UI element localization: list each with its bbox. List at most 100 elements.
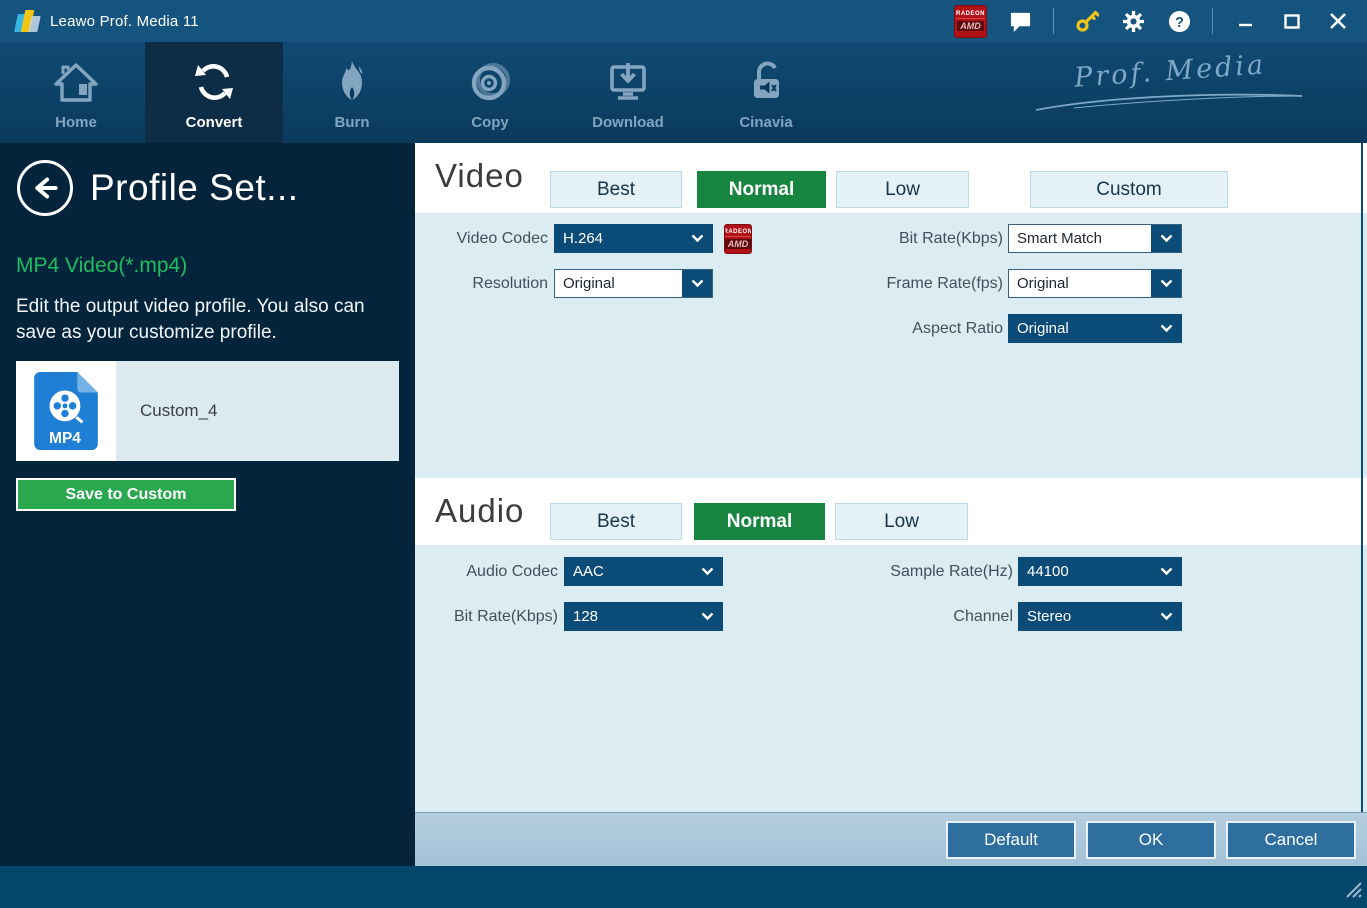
- cancel-button[interactable]: Cancel: [1226, 821, 1356, 859]
- audio-quality-best-button[interactable]: Best: [550, 503, 682, 540]
- dropdown-value: H.264: [555, 230, 682, 247]
- video-bitrate-label: Bit Rate(Kbps): [875, 230, 1003, 248]
- channel-dropdown[interactable]: Stereo: [1018, 602, 1182, 631]
- audio-bitrate-dropdown[interactable]: 128: [564, 602, 723, 631]
- profile-name: Custom_4: [140, 401, 217, 421]
- audio-bitrate-label: Bit Rate(Kbps): [433, 608, 558, 626]
- profile-item-custom4[interactable]: MP4 Custom_4: [16, 361, 399, 461]
- video-codec-label: Video Codec: [423, 230, 548, 248]
- audio-bitrate-field: Bit Rate(Kbps) 128: [433, 602, 723, 631]
- back-button[interactable]: [17, 160, 73, 216]
- leawo-logo-icon: [14, 8, 40, 34]
- audio-quality-normal-button[interactable]: Normal: [694, 503, 825, 540]
- feedback-chat-icon[interactable]: [1007, 8, 1033, 34]
- copy-disc-icon: [465, 58, 515, 106]
- ok-button[interactable]: OK: [1086, 821, 1216, 859]
- mp4-badge-text: MP4: [49, 430, 81, 447]
- save-to-custom-button[interactable]: Save to Custom: [16, 478, 236, 511]
- profile-description: Edit the output video profile. You also …: [16, 294, 388, 346]
- output-format-name: MP4 Video(*.mp4): [16, 254, 187, 278]
- resize-grip[interactable]: [1342, 878, 1362, 903]
- video-bitrate-dropdown[interactable]: Smart Match: [1008, 224, 1182, 253]
- nav-label: Download: [592, 114, 664, 131]
- video-bitrate-field: Bit Rate(Kbps) Smart Match: [875, 224, 1182, 253]
- video-codec-field: Video Codec H.264 RADEON AMD: [423, 224, 752, 253]
- amd-radeon-text: RADEON: [956, 11, 985, 19]
- aspect-ratio-field: Aspect Ratio Original: [875, 314, 1182, 343]
- app-title: Leawo Prof. Media 11: [50, 13, 199, 30]
- chevron-down-icon: [692, 603, 722, 630]
- profile-settings-sidebar: Profile Set... MP4 Video(*.mp4) Edit the…: [0, 143, 415, 866]
- nav-tab-cinavia[interactable]: Cinavia: [697, 42, 835, 143]
- convert-icon: [189, 58, 239, 106]
- framerate-dropdown[interactable]: Original: [1008, 269, 1182, 298]
- help-icon[interactable]: ?: [1166, 8, 1192, 34]
- dropdown-value: Original: [1009, 320, 1151, 337]
- home-icon: [51, 58, 101, 106]
- chevron-down-icon: [1151, 558, 1181, 585]
- video-settings-panel: Video Codec H.264 RADEON AMD Resolution …: [415, 213, 1367, 478]
- download-icon: [603, 58, 653, 106]
- audio-heading: Audio: [435, 492, 524, 530]
- audio-codec-dropdown[interactable]: AAC: [564, 557, 723, 586]
- dropdown-value: Original: [555, 275, 682, 292]
- video-quality-normal-button[interactable]: Normal: [697, 171, 826, 208]
- nav-label: Copy: [471, 114, 509, 131]
- chevron-down-icon: [682, 270, 712, 297]
- maximize-button[interactable]: [1279, 8, 1305, 34]
- amd-acceleration-badge-icon: RADEON AMD: [724, 224, 752, 254]
- audio-quality-low-button[interactable]: Low: [835, 503, 968, 540]
- dropdown-value: 128: [565, 608, 692, 625]
- framerate-field: Frame Rate(fps) Original: [875, 269, 1182, 298]
- nav-label: Burn: [335, 114, 370, 131]
- action-bar: Default OK Cancel: [415, 812, 1367, 866]
- resolution-field: Resolution Original: [423, 269, 713, 298]
- nav-tab-home[interactable]: Home: [7, 42, 145, 143]
- sample-rate-dropdown[interactable]: 44100: [1018, 557, 1182, 586]
- profile-settings-content: Video Best Normal Low Custom Video Codec…: [415, 143, 1367, 866]
- chevron-down-icon: [1151, 225, 1181, 252]
- back-arrow-icon: [28, 171, 62, 205]
- nav-label: Convert: [186, 114, 243, 131]
- video-codec-dropdown[interactable]: H.264: [554, 224, 713, 253]
- aspect-ratio-label: Aspect Ratio: [875, 320, 1003, 338]
- chevron-down-icon: [682, 225, 712, 252]
- video-quality-custom-button[interactable]: Custom: [1030, 171, 1228, 208]
- default-button[interactable]: Default: [946, 821, 1076, 859]
- burn-flame-icon: [329, 58, 375, 106]
- audio-codec-label: Audio Codec: [433, 563, 558, 581]
- nav-tab-convert[interactable]: Convert: [145, 42, 283, 143]
- aspect-ratio-dropdown[interactable]: Original: [1008, 314, 1182, 343]
- main-navbar: Home Convert: [0, 42, 1367, 143]
- audio-section-header: Audio Best Normal Low: [415, 478, 1367, 545]
- register-key-icon[interactable]: [1074, 8, 1100, 34]
- amd-text: AMD: [725, 239, 752, 249]
- minimize-button[interactable]: [1233, 8, 1259, 34]
- video-quality-best-button[interactable]: Best: [550, 171, 682, 208]
- nav-tab-download[interactable]: Download: [559, 42, 697, 143]
- video-quality-low-button[interactable]: Low: [836, 171, 969, 208]
- dropdown-value: Original: [1009, 275, 1151, 292]
- nav-tab-copy[interactable]: Copy: [421, 42, 559, 143]
- channel-field: Channel Stereo: [877, 602, 1182, 631]
- titlebar: Leawo Prof. Media 11 RADEON AMD: [0, 0, 1367, 42]
- channel-label: Channel: [877, 608, 1013, 626]
- chevron-down-icon: [1151, 270, 1181, 297]
- cinavia-unlock-icon: [742, 58, 790, 106]
- footer-bar: [0, 866, 1367, 908]
- vertical-divider: [1361, 143, 1363, 812]
- nav-tab-burn[interactable]: Burn: [283, 42, 421, 143]
- chevron-down-icon: [1151, 315, 1181, 342]
- resolution-dropdown[interactable]: Original: [554, 269, 713, 298]
- dropdown-value: Stereo: [1019, 608, 1151, 625]
- chevron-down-icon: [692, 558, 722, 585]
- video-heading: Video: [435, 157, 524, 195]
- titlebar-separator: [1053, 8, 1054, 34]
- framerate-label: Frame Rate(fps): [875, 275, 1003, 293]
- close-button[interactable]: [1325, 8, 1351, 34]
- titlebar-separator: [1212, 8, 1213, 34]
- nav-label: Home: [55, 114, 97, 131]
- settings-gear-icon[interactable]: [1120, 8, 1146, 34]
- dropdown-value: 44100: [1019, 563, 1151, 580]
- dropdown-value: AAC: [565, 563, 692, 580]
